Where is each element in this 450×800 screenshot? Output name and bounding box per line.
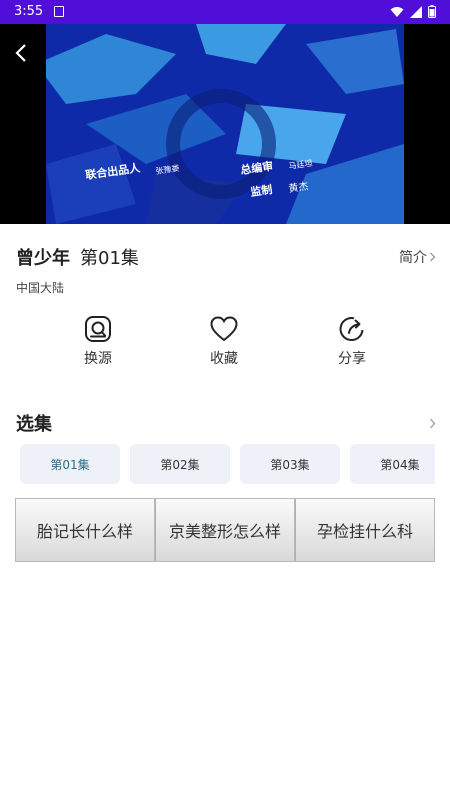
back-button[interactable]	[8, 40, 34, 66]
favorite-label: 收藏	[210, 351, 238, 367]
ad-link[interactable]: 孕检挂什么科	[295, 498, 435, 562]
episode-section-title: 选集	[16, 414, 52, 435]
episode-item[interactable]: 第04集	[350, 444, 435, 484]
heart-icon	[210, 316, 238, 342]
share-label: 分享	[338, 351, 366, 367]
chevron-right-icon	[430, 252, 436, 262]
episode-item[interactable]: 第03集	[240, 444, 340, 484]
signal-icon	[410, 5, 422, 18]
episode-section-header: 选集	[16, 410, 436, 435]
title-row: 曾少年 第01集 简介	[16, 244, 436, 270]
action-bar: 换源 收藏 分享	[0, 312, 450, 372]
battery-icon	[428, 5, 436, 18]
notification-icon	[54, 6, 64, 17]
video-frame: 联合出品人 张豫娄 总编审 马廷坦 监制 黄杰	[46, 24, 404, 224]
episode-list: 第01集 第02集 第03集 第04集	[20, 444, 435, 484]
favorite-button[interactable]: 收藏	[184, 312, 264, 372]
status-icons	[390, 5, 436, 18]
switch-source-label: 换源	[84, 351, 112, 367]
wifi-icon	[390, 6, 404, 17]
episode-item[interactable]: 第01集	[20, 444, 120, 484]
intro-label: 简介	[399, 250, 427, 266]
episode-more-button[interactable]	[429, 414, 436, 433]
switch-source-icon	[85, 316, 111, 342]
status-bar: 3:55	[0, 0, 450, 24]
switch-source-button[interactable]: 换源	[58, 312, 138, 372]
chevron-right-icon	[430, 418, 436, 429]
status-time: 3:55	[14, 4, 44, 19]
ad-links: 胎记长什么样 京美整形怎么样 孕检挂什么科	[15, 498, 435, 562]
video-player[interactable]: 联合出品人 张豫娄 总编审 马廷坦 监制 黄杰	[0, 24, 450, 224]
ad-link[interactable]: 京美整形怎么样	[155, 498, 295, 562]
episode-title: 第01集	[80, 248, 139, 269]
share-icon	[339, 317, 364, 342]
region-label: 中国大陆	[16, 281, 65, 295]
chevron-left-icon	[15, 44, 26, 62]
show-title: 曾少年	[16, 248, 70, 269]
intro-link[interactable]: 简介	[399, 247, 436, 267]
episode-item[interactable]: 第02集	[130, 444, 230, 484]
share-button[interactable]: 分享	[312, 312, 392, 372]
ad-link[interactable]: 胎记长什么样	[15, 498, 155, 562]
